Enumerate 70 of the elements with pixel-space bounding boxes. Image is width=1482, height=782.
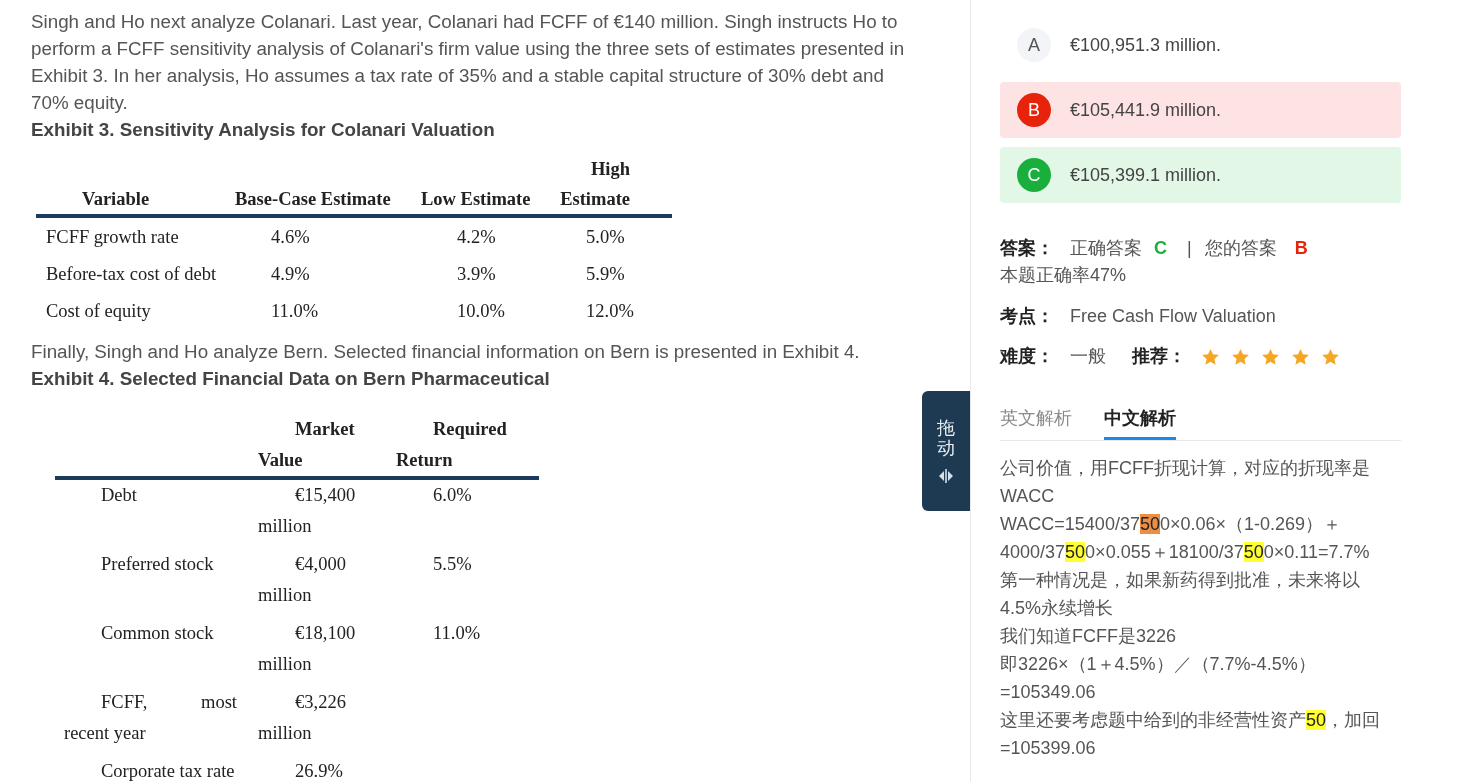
your-answer-letter: B	[1294, 237, 1308, 260]
row-label: FCFF, most recent year	[64, 691, 237, 745]
topic-label: 考点：	[1000, 305, 1055, 328]
table-value: 4.6%	[271, 226, 310, 247]
resize-arrows-icon	[939, 468, 953, 483]
star-icon	[1262, 348, 1279, 365]
table-value: 3.9%	[457, 263, 496, 284]
table-value: 12.0%	[586, 300, 634, 321]
column-header: High Estimate	[559, 158, 630, 211]
explanation-line: 即3226×（1＋4.5%）／（7.7%-4.5%）	[1000, 653, 1316, 676]
column-header: Required Return	[396, 418, 508, 472]
table-value: €18,100 million	[258, 622, 357, 676]
answer-label: 答案：	[1000, 237, 1055, 260]
table-value: 26.9%	[294, 760, 344, 782]
table-value: 11.0%	[432, 622, 482, 645]
option-letter: B	[1017, 93, 1051, 127]
table-value: 5.5%	[432, 553, 473, 576]
separator-text: |	[1187, 237, 1192, 260]
explanation-line: 这里还要考虑题中给到的非经营性资产50，加回	[1000, 709, 1381, 732]
difficulty-value: 一般	[1070, 345, 1106, 368]
drag-handle[interactable]: 拖动	[922, 391, 970, 511]
table-value: 10.0%	[457, 300, 505, 321]
explanation-line: 第一种情况是，如果新药得到批准，未来将以	[1000, 569, 1360, 592]
explanation-line: 4.5%永续增长	[1000, 597, 1114, 620]
topic-value: Free Cash Flow Valuation	[1070, 305, 1276, 328]
explanation-line: =105349.06	[1000, 681, 1096, 704]
row-label: Corporate tax rate	[100, 760, 236, 782]
passage-paragraph: Finally, Singh and Ho analyze Bern. Selected financial information on Bern is presented in Exhibit 4.	[31, 340, 860, 364]
option-letter: A	[1017, 28, 1051, 62]
star-icon	[1292, 348, 1309, 365]
correct-answer-letter: C	[1154, 237, 1167, 260]
row-label: Cost of equity	[46, 300, 151, 321]
explanation-line: 我们知道FCFF是3226	[1000, 625, 1177, 648]
table-value: 6.0%	[432, 484, 473, 507]
explanation-line: WACC	[1000, 485, 1055, 508]
recommendation-label: 推荐：	[1132, 345, 1186, 368]
column-header: Low Estimate	[421, 188, 531, 211]
explanation-line: 公司价值，用FCFF折现计算，对应的折现率是	[1000, 457, 1370, 480]
answer-option[interactable]: A €100,951.3 million.	[1000, 17, 1401, 73]
table-value: 5.9%	[586, 263, 625, 284]
column-header: Variable	[82, 188, 150, 211]
table-value: €15,400 million	[258, 484, 357, 538]
explanation-line: =105399.06	[1000, 737, 1096, 760]
correct-answer-label: 正确答案	[1070, 237, 1142, 260]
your-answer-label: 您的答案	[1204, 237, 1277, 260]
row-label: Debt	[100, 484, 138, 507]
answer-option[interactable]: B €105,441.9 million.	[1000, 82, 1401, 138]
row-label: Before-tax cost of debt	[46, 263, 217, 284]
answer-option[interactable]: C €105,399.1 million.	[1000, 147, 1401, 203]
table-value: €4,000 million	[258, 553, 347, 607]
star-icon	[1322, 348, 1339, 365]
column-header: Base-Case Estimate	[235, 188, 391, 211]
passage-paragraph: Singh and Ho next analyze Colanari. Last year, Colanari had FCFF of €140 million. Singh instructs Ho to perform a FCFF sensitivity analysis of Colanari's firm value using the three sets of estimates presented in Exhibit 3. In her analysis, Ho assumes a tax rate of 35% and a stable capital structure of 30% debt and 70% equity.	[31, 10, 906, 115]
accuracy-rate: 本题正确率47%	[1000, 264, 1127, 287]
table-value: 4.2%	[457, 226, 496, 247]
tab[interactable]: 中文解析	[1104, 404, 1176, 440]
table-value: €3,226 million	[258, 691, 347, 745]
table-value: 4.9%	[271, 263, 310, 284]
column-header: Market Value	[258, 418, 356, 472]
star-icon	[1232, 348, 1249, 365]
option-letter: C	[1017, 158, 1051, 192]
table-value: 11.0%	[271, 300, 319, 321]
table-value: 5.0%	[586, 226, 625, 247]
exhibit-title: Exhibit 3. Sensitivity Analysis for Colanari Valuation	[31, 118, 495, 142]
row-label: Common stock	[100, 622, 215, 645]
star-icon	[1202, 348, 1219, 365]
difficulty-label: 难度：	[1000, 345, 1055, 368]
row-label: Preferred stock	[100, 553, 215, 576]
row-label: FCFF growth rate	[46, 226, 179, 247]
exhibit-title: Exhibit 4. Selected Financial Data on Bern Pharmaceutical	[31, 367, 550, 391]
